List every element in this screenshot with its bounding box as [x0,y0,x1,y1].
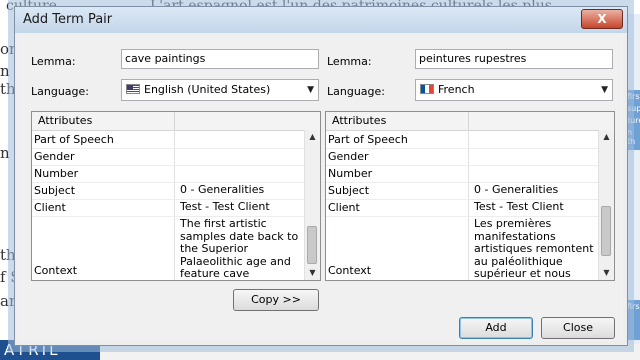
attribute-key: Gender [34,150,75,163]
background-highlight: first sup ture n th [626,90,640,150]
scroll-thumb[interactable] [601,206,611,256]
attribute-row[interactable]: Context The first artistic samples date … [32,216,304,280]
target-language-select[interactable]: French ▼ [415,79,613,101]
attribute-key: Subject [34,184,76,197]
close-button[interactable]: Close [541,317,615,339]
background-fragment: first [627,92,640,101]
add-button[interactable]: Add [459,317,533,339]
fr-flag-icon [420,84,434,94]
attribute-key: Context [34,264,78,277]
attribute-value: Test - Test Client [474,200,564,213]
attribute-key: Number [34,167,79,180]
source-language-select[interactable]: English (United States) ▼ [121,79,319,101]
dialog-title: Add Term Pair [23,12,113,27]
attribute-row[interactable]: Client Test - Test Client [32,199,304,217]
target-language-value: French [438,83,475,96]
attribute-value: Les premières manifestations artistiques… [474,217,594,280]
grid-header: Attributes [32,112,320,131]
source-grid-scrollbar[interactable]: ▲ ▼ [304,130,320,280]
grid-header: Attributes [326,112,614,131]
attribute-row[interactable]: Gender [32,148,304,166]
source-attributes-grid: Attributes Part of Speech Gender Number … [31,111,321,281]
scroll-up-icon[interactable]: ▲ [599,130,614,144]
grid-header-label: Attributes [38,114,93,127]
attribute-value: Test - Test Client [180,200,270,213]
attribute-value: 0 - Generalities [180,183,265,196]
attribute-row[interactable]: Number [326,165,598,183]
us-flag-icon [126,84,140,94]
attribute-key: Part of Speech [328,133,408,146]
attribute-row[interactable]: Client Test - Test Client [326,199,598,217]
background-fragment: n th [627,128,636,146]
background-fragment: sup [627,104,640,113]
chevron-down-icon: ▼ [307,85,314,95]
target-grid-scrollbar[interactable]: ▲ ▼ [598,130,614,280]
target-lemma-input[interactable]: peintures rupestres [415,49,613,69]
attribute-key: Gender [328,150,369,163]
attribute-value: 0 - Generalities [474,183,559,196]
source-lemma-input[interactable]: cave paintings [121,49,319,69]
attribute-row[interactable]: Gender [326,148,598,166]
source-language-value: English (United States) [144,83,271,96]
target-lemma-label: Lemma: [327,55,372,68]
grid-header-label: Attributes [332,114,387,127]
attribute-row[interactable]: Part of Speech [32,131,304,149]
dialog-body: Lemma: cave paintings Language: English … [19,33,623,341]
close-icon[interactable]: X [581,9,623,29]
source-lemma-label: Lemma: [31,55,76,68]
dialog-titlebar[interactable]: Add Term Pair X [15,7,627,33]
background-highlight: firs [626,300,640,340]
scroll-up-icon[interactable]: ▲ [305,130,320,144]
attribute-row[interactable]: Part of Speech [326,131,598,149]
attribute-row[interactable]: Number [32,165,304,183]
attribute-row[interactable]: Context Les premières manifestations art… [326,216,598,280]
scroll-thumb[interactable] [307,226,317,264]
attribute-row[interactable]: Subject 0 - Generalities [326,182,598,200]
attribute-key: Context [328,264,372,277]
copy-button[interactable]: Copy >> [233,289,319,311]
add-term-pair-dialog: Add Term Pair X Lemma: cave paintings La… [14,6,628,346]
target-attributes-grid: Attributes Part of Speech Gender Number … [325,111,615,281]
scroll-down-icon[interactable]: ▼ [599,266,614,280]
scroll-down-icon[interactable]: ▼ [305,266,320,280]
attribute-row[interactable]: Subject 0 - Generalities [32,182,304,200]
background-fragment: ture [627,116,640,125]
source-language-label: Language: [31,85,89,98]
attribute-key: Subject [328,184,370,197]
chevron-down-icon: ▼ [601,85,608,95]
target-language-label: Language: [327,85,385,98]
background-fragment: firs [627,302,640,311]
attribute-key: Client [34,201,66,214]
attribute-key: Number [328,167,373,180]
attribute-key: Part of Speech [34,133,114,146]
attribute-key: Client [328,201,360,214]
attribute-value: The first artistic samples date back to … [180,217,299,280]
